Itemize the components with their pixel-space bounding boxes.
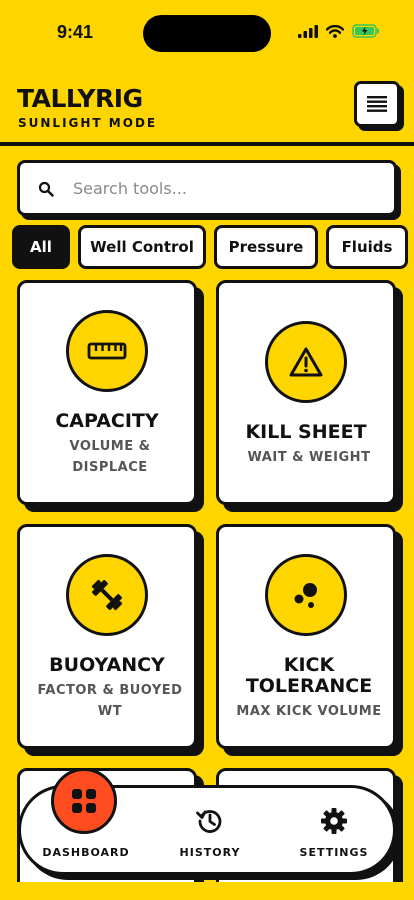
chip-well-control[interactable]: Well Control — [78, 225, 206, 269]
ruler-icon — [87, 342, 127, 360]
search-icon — [38, 181, 54, 197]
battery-charging-icon — [352, 24, 379, 38]
menu-button[interactable] — [354, 81, 400, 127]
nav-label: HISTORY — [179, 846, 241, 859]
app-header: TALLYRIG SUNLIGHT MODE — [0, 70, 414, 146]
search-input[interactable] — [73, 173, 373, 203]
chip-pressure[interactable]: Pressure — [214, 225, 318, 269]
chip-label: Well Control — [90, 238, 194, 256]
chip-label: Fluids — [341, 238, 393, 256]
chip-fluids[interactable]: Fluids — [326, 225, 408, 269]
card-title: KICK TOLERANCE — [245, 654, 373, 697]
card-title: KILL SHEET — [245, 421, 367, 443]
status-bar: 9:41 — [0, 0, 414, 60]
tool-card-kick-tolerance[interactable]: KICK TOLERANCE MAX KICK VOLUME — [216, 524, 396, 749]
card-description: FACTOR & BUOYED WT — [37, 683, 183, 719]
status-time: 9:41 — [57, 22, 94, 42]
nav-label: SETTINGS — [299, 846, 369, 859]
chip-all[interactable]: All — [12, 225, 70, 269]
card-title: BUOYANCY — [49, 654, 165, 676]
app-title: TALLYRIG — [17, 84, 143, 113]
tool-card-buoyancy[interactable]: BUOYANCY FACTOR & BUOYED WT — [17, 524, 197, 749]
card-title: CAPACITY — [55, 410, 159, 432]
search-bar — [17, 160, 397, 216]
dashboard-button[interactable] — [51, 768, 117, 834]
status-icons — [298, 24, 380, 38]
dynamic-island — [143, 15, 271, 52]
card-description: WAIT & WEIGHT — [247, 450, 371, 465]
history-icon — [196, 810, 222, 833]
nav-history[interactable]: HISTORY — [165, 788, 255, 872]
tool-card-kill-sheet[interactable]: KILL SHEET WAIT & WEIGHT — [216, 280, 396, 505]
signal-icon — [298, 24, 318, 38]
app-subtitle: SUNLIGHT MODE — [18, 116, 158, 130]
home-area — [0, 882, 414, 900]
grid-icon — [72, 789, 96, 813]
chip-label: Pressure — [228, 238, 304, 256]
card-icon-badge — [265, 554, 347, 636]
bubbles-icon — [294, 583, 317, 608]
tool-card-capacity[interactable]: CAPACITY VOLUME & DISPLACE — [17, 280, 197, 505]
filter-chips: All Well Control Pressure Fluids — [12, 225, 414, 269]
warning-icon — [289, 347, 323, 377]
nav-settings[interactable]: SETTINGS — [289, 788, 379, 872]
wifi-icon — [326, 24, 344, 38]
chip-label: All — [30, 238, 52, 256]
nav-label: DASHBOARD — [42, 846, 130, 859]
card-description: MAX KICK VOLUME — [236, 704, 382, 719]
hamburger-icon — [367, 96, 387, 112]
gear-icon — [321, 808, 347, 834]
card-icon-badge — [66, 310, 148, 392]
card-icon-badge — [265, 321, 347, 403]
card-description: VOLUME & DISPLACE — [69, 439, 151, 475]
dumbbell-icon — [91, 579, 123, 611]
card-icon-badge — [66, 554, 148, 636]
